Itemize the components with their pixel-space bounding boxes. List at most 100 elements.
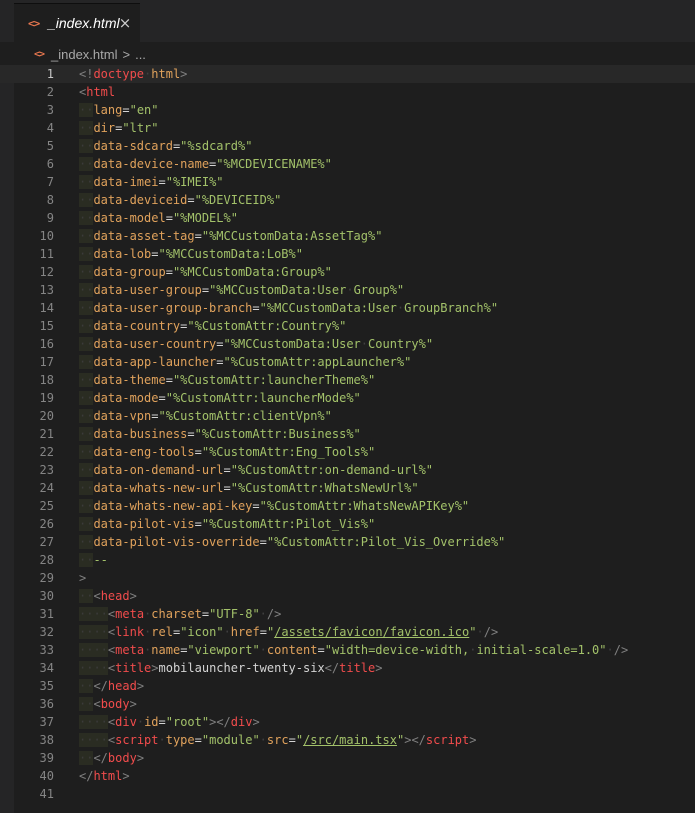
close-icon[interactable]: ×: [118, 16, 132, 31]
line-number: 20: [39, 409, 54, 423]
code-line[interactable]: 29 >: [0, 569, 695, 587]
code-token: =: [194, 445, 202, 459]
indent-guide: ··: [79, 391, 94, 405]
code-line[interactable]: 32 ····<link·rel="icon"·href="/assets/fav…: [0, 623, 695, 641]
code-token: data-lob: [93, 247, 152, 261]
indent-guide: ··: [79, 643, 94, 657]
line-number: 18: [39, 373, 54, 387]
code-line[interactable]: 23 ··data-on-demand-url="%CustomAttr:on-d…: [0, 461, 695, 479]
indent-guide: ··: [79, 229, 94, 243]
code-line[interactable]: 25 ··data-whats-new-api-key="%CustomAttr:…: [0, 497, 695, 515]
code-text: ··data-asset-tag="%MCCustomData:AssetTag…: [79, 227, 382, 245]
code-text: ··data-country="%CustomAttr:Country%": [79, 317, 346, 335]
code-line[interactable]: 3 ··lang="en": [0, 101, 695, 119]
tab-bar: <> _index.html ×: [0, 0, 695, 43]
code-token: </: [93, 679, 108, 693]
line-number: 31: [39, 607, 54, 621]
code-line[interactable]: 38 ····<script·type="module"·src="/src/ma…: [0, 731, 695, 749]
line-number: 33: [39, 643, 54, 657]
code-line[interactable]: 22 ··data-eng-tools="%CustomAttr:Eng_Tool…: [0, 443, 695, 461]
code-token: lang: [93, 103, 123, 117]
code-token: html: [86, 85, 116, 99]
code-token: body: [107, 751, 137, 765]
indent-guide: ··: [79, 373, 94, 387]
whitespace-marker: ·: [360, 337, 369, 351]
code-line[interactable]: 27 ··data-pilot-vis-override="%CustomAttr…: [0, 533, 695, 551]
code-token: "module": [201, 733, 260, 747]
code-line[interactable]: 13 ··data-user-group="%MCCustomData:User·…: [0, 281, 695, 299]
code-line[interactable]: 37 ····<div·id="root"></div>: [0, 713, 695, 731]
code-line[interactable]: 7 ··data-imei="%IMEI%": [0, 173, 695, 191]
code-line[interactable]: 14 ··data-user-group-branch="%MCCustomDat…: [0, 299, 695, 317]
code-line[interactable]: 10 ··data-asset-tag="%MCCustomData:AssetT…: [0, 227, 695, 245]
code-text: ··data-pilot-vis="%CustomAttr:Pilot_Vis%…: [79, 515, 375, 533]
code-text: ··data-on-demand-url="%CustomAttr:on-dem…: [79, 461, 433, 479]
code-line[interactable]: 4 ··dir="ltr": [0, 119, 695, 137]
code-line[interactable]: 2 <html: [0, 83, 695, 101]
code-line[interactable]: 26 ··data-pilot-vis="%CustomAttr:Pilot_Vi…: [0, 515, 695, 533]
code-token: data-pilot-vis-override: [93, 535, 260, 549]
code-token: GroupBranch%": [404, 301, 499, 315]
code-token: <: [93, 589, 101, 603]
breadcrumb-more[interactable]: ...: [135, 47, 146, 62]
indent-guide: ··: [79, 157, 94, 171]
code-text: ··data-app-launcher="%CustomAttr:appLaun…: [79, 353, 411, 371]
code-token: "%MCCustomData:Group%": [172, 265, 332, 279]
code-editor[interactable]: 1 <!doctype·html> 2 <html 3 ··lang="en" 4 ··dir…: [0, 65, 695, 813]
code-line[interactable]: 39 ··</body>: [0, 749, 695, 767]
code-token: doctype: [93, 67, 145, 81]
line-number: 12: [39, 265, 54, 279]
code-line[interactable]: 30 ··<head>: [0, 587, 695, 605]
code-line[interactable]: 41: [0, 785, 695, 803]
code-token: /src/main.tsx: [303, 733, 397, 747]
line-number: 36: [39, 697, 54, 711]
code-line[interactable]: 8 ··data-deviceid="%DEVICEID%": [0, 191, 695, 209]
code-line[interactable]: 11 ··data-lob="%MCCustomData:LoB%": [0, 245, 695, 263]
indent-guide: ··: [79, 715, 94, 729]
code-token: data-country: [93, 319, 181, 333]
code-line[interactable]: 21 ··data-business="%CustomAttr:Business%…: [0, 425, 695, 443]
code-text: </html>: [79, 767, 130, 785]
code-line[interactable]: 19 ··data-mode="%CustomAttr:launcherMode%…: [0, 389, 695, 407]
code-token: data-eng-tools: [93, 445, 195, 459]
code-token: =: [194, 517, 202, 531]
code-line[interactable]: 5 ··data-sdcard="%sdcard%": [0, 137, 695, 155]
code-line[interactable]: 6 ··data-device-name="%MCDEVICENAME%": [0, 155, 695, 173]
tab-index-html[interactable]: <> _index.html ×: [14, 3, 140, 42]
code-line[interactable]: 33 ····<meta·name="viewport"·content="wid…: [0, 641, 695, 659]
line-number: 16: [39, 337, 54, 351]
code-token: "width=device-width,: [324, 643, 470, 657]
code-line[interactable]: 15 ··data-country="%CustomAttr:Country%": [0, 317, 695, 335]
code-line[interactable]: 31 ····<meta·charset="UTF-8"·/>: [0, 605, 695, 623]
code-token: data-whats-new-api-key: [93, 499, 253, 513]
code-token: </: [324, 661, 340, 675]
code-token: data-imei: [93, 175, 159, 189]
code-lines[interactable]: 1 <!doctype·html> 2 <html 3 ··lang="en" 4 ··dir…: [0, 65, 695, 803]
code-token: data-pilot-vis: [93, 517, 195, 531]
line-number: 2: [46, 85, 54, 99]
code-token: "%MCCustomData:LoB%": [158, 247, 303, 261]
line-number: 40: [39, 769, 54, 783]
code-line[interactable]: 1 <!doctype·html>: [0, 65, 695, 83]
indent-guide: ··: [79, 625, 94, 639]
code-line[interactable]: 17 ··data-app-launcher="%CustomAttr:appLa…: [0, 353, 695, 371]
indent-guide: ··: [79, 193, 94, 207]
code-text: ··<body>: [79, 695, 137, 713]
code-line[interactable]: 18 ··data-theme="%CustomAttr:launcherThem…: [0, 371, 695, 389]
code-text: ··data-group="%MCCustomData:Group%": [79, 263, 332, 281]
code-line[interactable]: 12 ··data-group="%MCCustomData:Group%": [0, 263, 695, 281]
indent-guide: ··: [79, 661, 94, 675]
code-line[interactable]: 20 ··data-vpn="%CustomAttr:clientVpn%": [0, 407, 695, 425]
code-line[interactable]: 36 ··<body>: [0, 695, 695, 713]
code-line[interactable]: 40 </html>: [0, 767, 695, 785]
code-line[interactable]: 9 ··data-model="%MODEL%": [0, 209, 695, 227]
code-token: charset: [151, 607, 202, 621]
code-token: =: [187, 427, 195, 441]
code-line[interactable]: 28 ··--: [0, 551, 695, 569]
code-line[interactable]: 16 ··data-user-country="%MCCustomData:Use…: [0, 335, 695, 353]
whitespace-marker: ·: [259, 643, 267, 657]
code-line[interactable]: 35 ··</head>: [0, 677, 695, 695]
breadcrumb-file[interactable]: _index.html: [51, 47, 117, 62]
code-line[interactable]: 34 ····<title>mobilauncher-twenty-six</ti…: [0, 659, 695, 677]
code-line[interactable]: 24 ··data-whats-new-url="%CustomAttr:What…: [0, 479, 695, 497]
